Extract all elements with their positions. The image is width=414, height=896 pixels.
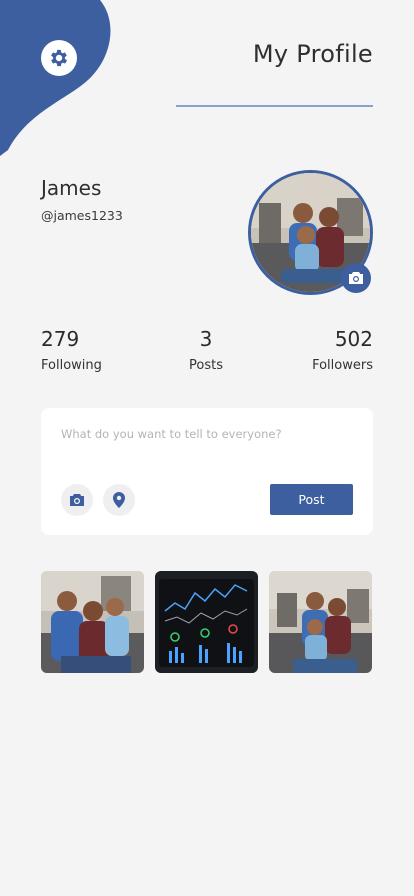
stat-following[interactable]: 279 Following <box>41 327 102 373</box>
stock-chart-photo <box>155 571 258 673</box>
family-photo <box>269 571 372 673</box>
post-button[interactable]: Post <box>270 484 353 515</box>
gallery-photo[interactable] <box>41 571 144 673</box>
user-name: James <box>41 176 102 200</box>
add-location-button[interactable] <box>103 484 135 516</box>
stat-label: Following <box>41 358 102 373</box>
gallery-photo[interactable] <box>269 571 372 673</box>
change-avatar-button[interactable] <box>341 263 371 293</box>
family-photo <box>41 571 144 673</box>
stat-value: 3 <box>199 327 213 351</box>
stat-label: Followers <box>312 358 373 373</box>
location-pin-icon <box>113 492 125 508</box>
gear-icon <box>48 47 70 69</box>
post-text-input[interactable] <box>61 424 351 444</box>
stat-label: Posts <box>189 358 223 373</box>
stat-posts[interactable]: 3 Posts <box>189 327 223 373</box>
settings-button[interactable] <box>41 40 77 76</box>
stat-value: 279 <box>41 327 80 351</box>
gallery-photo[interactable] <box>155 571 258 673</box>
camera-icon <box>348 271 364 285</box>
title-underline <box>176 105 373 107</box>
attach-photo-button[interactable] <box>61 484 93 516</box>
header-blob-shape <box>0 0 111 156</box>
camera-icon <box>69 493 85 507</box>
stat-value: 502 <box>334 327 373 351</box>
avatar-container <box>248 170 373 295</box>
stat-followers[interactable]: 502 Followers <box>312 327 373 373</box>
user-handle: @james1233 <box>41 208 123 223</box>
page-title: My Profile <box>252 40 373 68</box>
post-composer: Post <box>41 408 373 535</box>
